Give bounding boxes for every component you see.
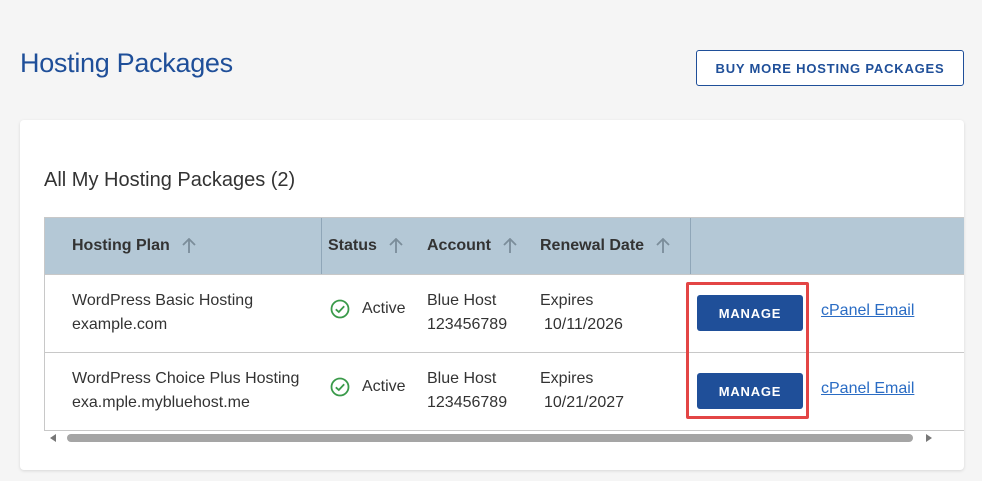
sort-arrow-up-icon <box>182 238 196 253</box>
renewal-date-cell: Expires 10/11/2026 <box>540 289 623 337</box>
status-text: Active <box>362 378 406 395</box>
status-text: Active <box>362 300 406 317</box>
plan-name: WordPress Choice Plus Hosting <box>72 370 300 387</box>
renewal-label: Expires <box>540 292 594 309</box>
column-header-label: Status <box>328 237 377 254</box>
renewal-date: 10/21/2027 <box>544 394 625 411</box>
sort-arrow-up-icon <box>656 238 670 253</box>
hosting-packages-card: All My Hosting Packages (2) Hosting Plan… <box>20 120 964 470</box>
renewal-label: Expires <box>540 370 594 387</box>
column-header-account[interactable]: Account <box>427 218 517 274</box>
hosting-plan-cell: WordPress Basic Hosting example.com <box>72 289 253 337</box>
table-row: WordPress Basic Hosting example.com Acti… <box>45 274 964 352</box>
column-header-hosting-plan[interactable]: Hosting Plan <box>72 218 196 274</box>
hosting-plan-cell: WordPress Choice Plus Hosting exa.mple.m… <box>72 367 299 415</box>
account-cell: Blue Host 123456789 <box>427 289 507 337</box>
account-number: 123456789 <box>427 316 508 333</box>
sort-arrow-up-icon <box>389 238 403 253</box>
cpanel-email-link[interactable]: cPanel Email <box>821 302 914 320</box>
column-header-label: Account <box>427 237 491 254</box>
column-header-renewal-date[interactable]: Renewal Date <box>540 218 670 274</box>
status-cell: Active <box>330 377 406 397</box>
check-circle-icon <box>330 299 350 319</box>
account-name: Blue Host <box>427 292 497 309</box>
horizontal-scrollbar[interactable] <box>44 431 964 445</box>
column-header-label: Hosting Plan <box>72 237 170 254</box>
table-header: Hosting Plan Status Account Renewal Date <box>45 218 964 274</box>
renewal-date: 10/11/2026 <box>544 316 623 333</box>
status-cell: Active <box>330 299 406 319</box>
account-name: Blue Host <box>427 370 497 387</box>
column-header-status[interactable]: Status <box>328 218 403 274</box>
plan-domain: example.com <box>72 316 168 333</box>
hosting-packages-table: Hosting Plan Status Account Renewal Date… <box>44 217 964 431</box>
card-title: All My Hosting Packages (2) <box>44 169 296 191</box>
manage-button[interactable]: MANAGE <box>697 295 803 331</box>
plan-name: WordPress Basic Hosting <box>72 292 254 309</box>
check-circle-icon <box>330 377 350 397</box>
sort-arrow-up-icon <box>503 238 517 253</box>
plan-domain: exa.mple.mybluehost.me <box>72 394 250 411</box>
column-divider <box>690 218 691 274</box>
column-header-label: Renewal Date <box>540 237 645 254</box>
table-row: WordPress Choice Plus Hosting exa.mple.m… <box>45 352 964 430</box>
renewal-date-cell: Expires 10/21/2027 <box>540 367 624 415</box>
scroll-right-arrow-icon[interactable] <box>926 434 932 442</box>
column-divider <box>321 218 322 274</box>
page-title: Hosting Packages <box>20 48 233 78</box>
cpanel-email-link[interactable]: cPanel Email <box>821 380 914 398</box>
manage-button[interactable]: MANAGE <box>697 373 803 409</box>
scrollbar-thumb[interactable] <box>67 434 913 442</box>
account-number: 123456789 <box>427 394 508 411</box>
scroll-left-arrow-icon[interactable] <box>50 434 56 442</box>
buy-more-hosting-packages-button[interactable]: BUY MORE HOSTING PACKAGES <box>696 50 964 86</box>
account-cell: Blue Host 123456789 <box>427 367 507 415</box>
